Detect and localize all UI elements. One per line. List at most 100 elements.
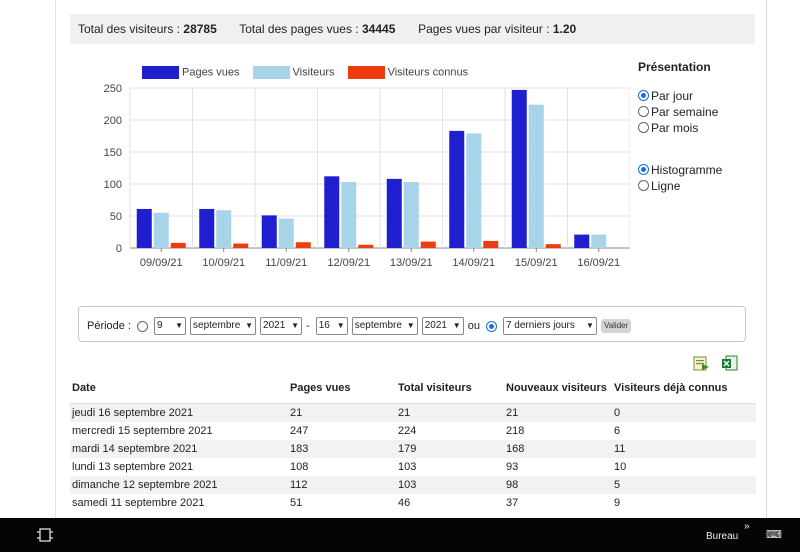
custom-range-radio[interactable]	[137, 320, 149, 332]
table-cell: 21	[506, 407, 519, 419]
radio-icon[interactable]	[638, 180, 649, 191]
x-tick-label: 12/09/21	[327, 257, 370, 269]
valider-button[interactable]: Valider	[600, 319, 632, 333]
table-cell: 37	[506, 497, 519, 509]
table-cell: 103	[398, 479, 417, 491]
x-tick-label: 10/09/21	[202, 257, 245, 269]
period-label: Période :	[87, 320, 132, 332]
total-visitors-value: 28785	[183, 22, 217, 36]
export-excel-icon[interactable]	[721, 354, 739, 372]
radio-par-semaine[interactable]: Par semaine	[638, 104, 758, 120]
bar-chart-svg: 0 50 100 150 200 250 09/09/21 10/09/21 11/09/21 1…	[104, 83, 630, 269]
header-total-visiteurs[interactable]: Total visiteurs	[398, 382, 506, 394]
chevron-down-icon: ▼	[245, 321, 254, 330]
bar-1-6	[528, 104, 544, 248]
table-cell: 46	[398, 497, 411, 509]
radio-par-jour[interactable]: Par jour	[638, 88, 758, 104]
radio-label: Ligne	[651, 179, 681, 193]
to-month-select[interactable]: septembre ▼	[351, 317, 418, 335]
select-value: 9	[157, 320, 163, 331]
header-date[interactable]: Date	[70, 382, 290, 394]
x-tick-label: 13/09/21	[390, 257, 433, 269]
pages-per-visitor-label: Pages vues par visiteur :	[418, 22, 550, 36]
radio-histogramme[interactable]: Histogramme	[638, 162, 758, 178]
x-tick-label: 09/09/21	[140, 257, 183, 269]
frame-border-left	[55, 0, 56, 518]
table-cell: 179	[398, 443, 417, 455]
toolbar-chevron-icon[interactable]: »	[744, 521, 750, 532]
keyboard-icon[interactable]: ⌨	[766, 528, 782, 541]
table-row: mercredi 15 septembre 2021 247 224 218 6	[70, 422, 756, 440]
radio-icon[interactable]	[638, 106, 649, 117]
table-cell: 9	[614, 497, 621, 509]
radio-icon[interactable]	[638, 90, 649, 101]
export-csv-icon[interactable]	[692, 354, 710, 372]
bar-1-4	[403, 182, 419, 248]
bar-2-2	[295, 242, 311, 248]
table-cell: 51	[290, 497, 303, 509]
table-cell: 112	[290, 479, 308, 491]
y-tick-label: 250	[104, 83, 122, 95]
radio-par-mois[interactable]: Par mois	[638, 120, 758, 136]
table-row: samedi 11 septembre 2021 51 46 37 9	[70, 494, 756, 512]
table-cell: 0	[614, 407, 621, 419]
bar-1-2	[278, 218, 294, 248]
header-pages-vues[interactable]: Pages vues	[290, 382, 398, 394]
table-cell: 5	[614, 479, 621, 491]
y-tick-label: 100	[104, 179, 122, 191]
chevron-down-icon: ▼	[406, 321, 415, 330]
bar-2-0	[170, 242, 186, 248]
table-row: lundi 13 septembre 2021 108 103 93 10	[70, 458, 756, 476]
total-visitors-label: Total des visiteurs :	[78, 22, 181, 36]
or-label: ou	[467, 320, 480, 332]
table-cell: dimanche 12 septembre 2021	[72, 479, 218, 491]
range-dash: -	[306, 320, 310, 332]
from-day-select[interactable]: 9 ▼	[154, 317, 187, 335]
table-cell: 103	[398, 461, 417, 473]
radio-icon[interactable]	[638, 164, 649, 175]
bar-0-0	[136, 208, 152, 248]
bar-1-1	[216, 210, 232, 248]
to-day-select[interactable]: 16 ▼	[315, 317, 348, 335]
select-value: 2021	[424, 320, 447, 331]
pages-per-visitor-value: 1.20	[552, 22, 577, 36]
table-cell: 21	[398, 407, 411, 419]
presentation-panel: Présentation Par jour Par semaine Par mo…	[638, 60, 758, 194]
table-cell: 168	[506, 443, 525, 455]
table-cell: 108	[290, 461, 309, 473]
radio-label: Par semaine	[651, 105, 719, 119]
bar-2-5	[483, 240, 499, 248]
bar-2-4	[420, 241, 436, 248]
header-nouveaux-visiteurs[interactable]: Nouveaux visiteurs	[506, 382, 614, 394]
bureau-toolbar[interactable]: Bureau	[706, 531, 738, 542]
bar-2-6	[545, 244, 561, 248]
to-year-select[interactable]: 2021 ▼	[421, 317, 464, 335]
radio-icon[interactable]	[638, 122, 649, 133]
table-cell: 247	[290, 425, 309, 437]
select-value: 16	[318, 320, 330, 331]
y-tick-label: 50	[110, 211, 122, 223]
header-visiteurs-connus[interactable]: Visiteurs déjà connus	[614, 382, 756, 394]
table-cell: 98	[506, 479, 519, 491]
from-month-select[interactable]: septembre ▼	[190, 317, 257, 335]
total-pages-label: Total des pages vues :	[239, 22, 359, 36]
frame-border-right	[766, 0, 767, 518]
preset-range-radio[interactable]	[485, 320, 497, 332]
table-header: Date Pages vues Total visiteurs Nouveaux…	[70, 372, 756, 404]
table-cell: mercredi 15 septembre 2021	[72, 425, 213, 437]
y-tick-label: 150	[104, 147, 122, 159]
bar-0-5	[449, 130, 465, 248]
bar-1-7	[591, 234, 607, 248]
table-cell: 224	[398, 425, 417, 437]
task-view-icon[interactable]	[37, 527, 53, 543]
table-cell: 183	[290, 443, 309, 455]
radio-ligne[interactable]: Ligne	[638, 178, 758, 194]
x-tick-label: 16/09/21	[577, 257, 620, 269]
from-year-select[interactable]: 2021 ▼	[260, 317, 303, 335]
preset-select[interactable]: 7 derniers jours ▼	[502, 317, 597, 335]
table-cell: 11	[614, 443, 626, 455]
presentation-title: Présentation	[638, 60, 711, 74]
table-row: dimanche 12 septembre 2021 112 103 98 5	[70, 476, 756, 494]
stats-bar: Total des visiteurs : 28785 Total des pa…	[70, 14, 755, 44]
radio-label: Par mois	[651, 121, 699, 135]
